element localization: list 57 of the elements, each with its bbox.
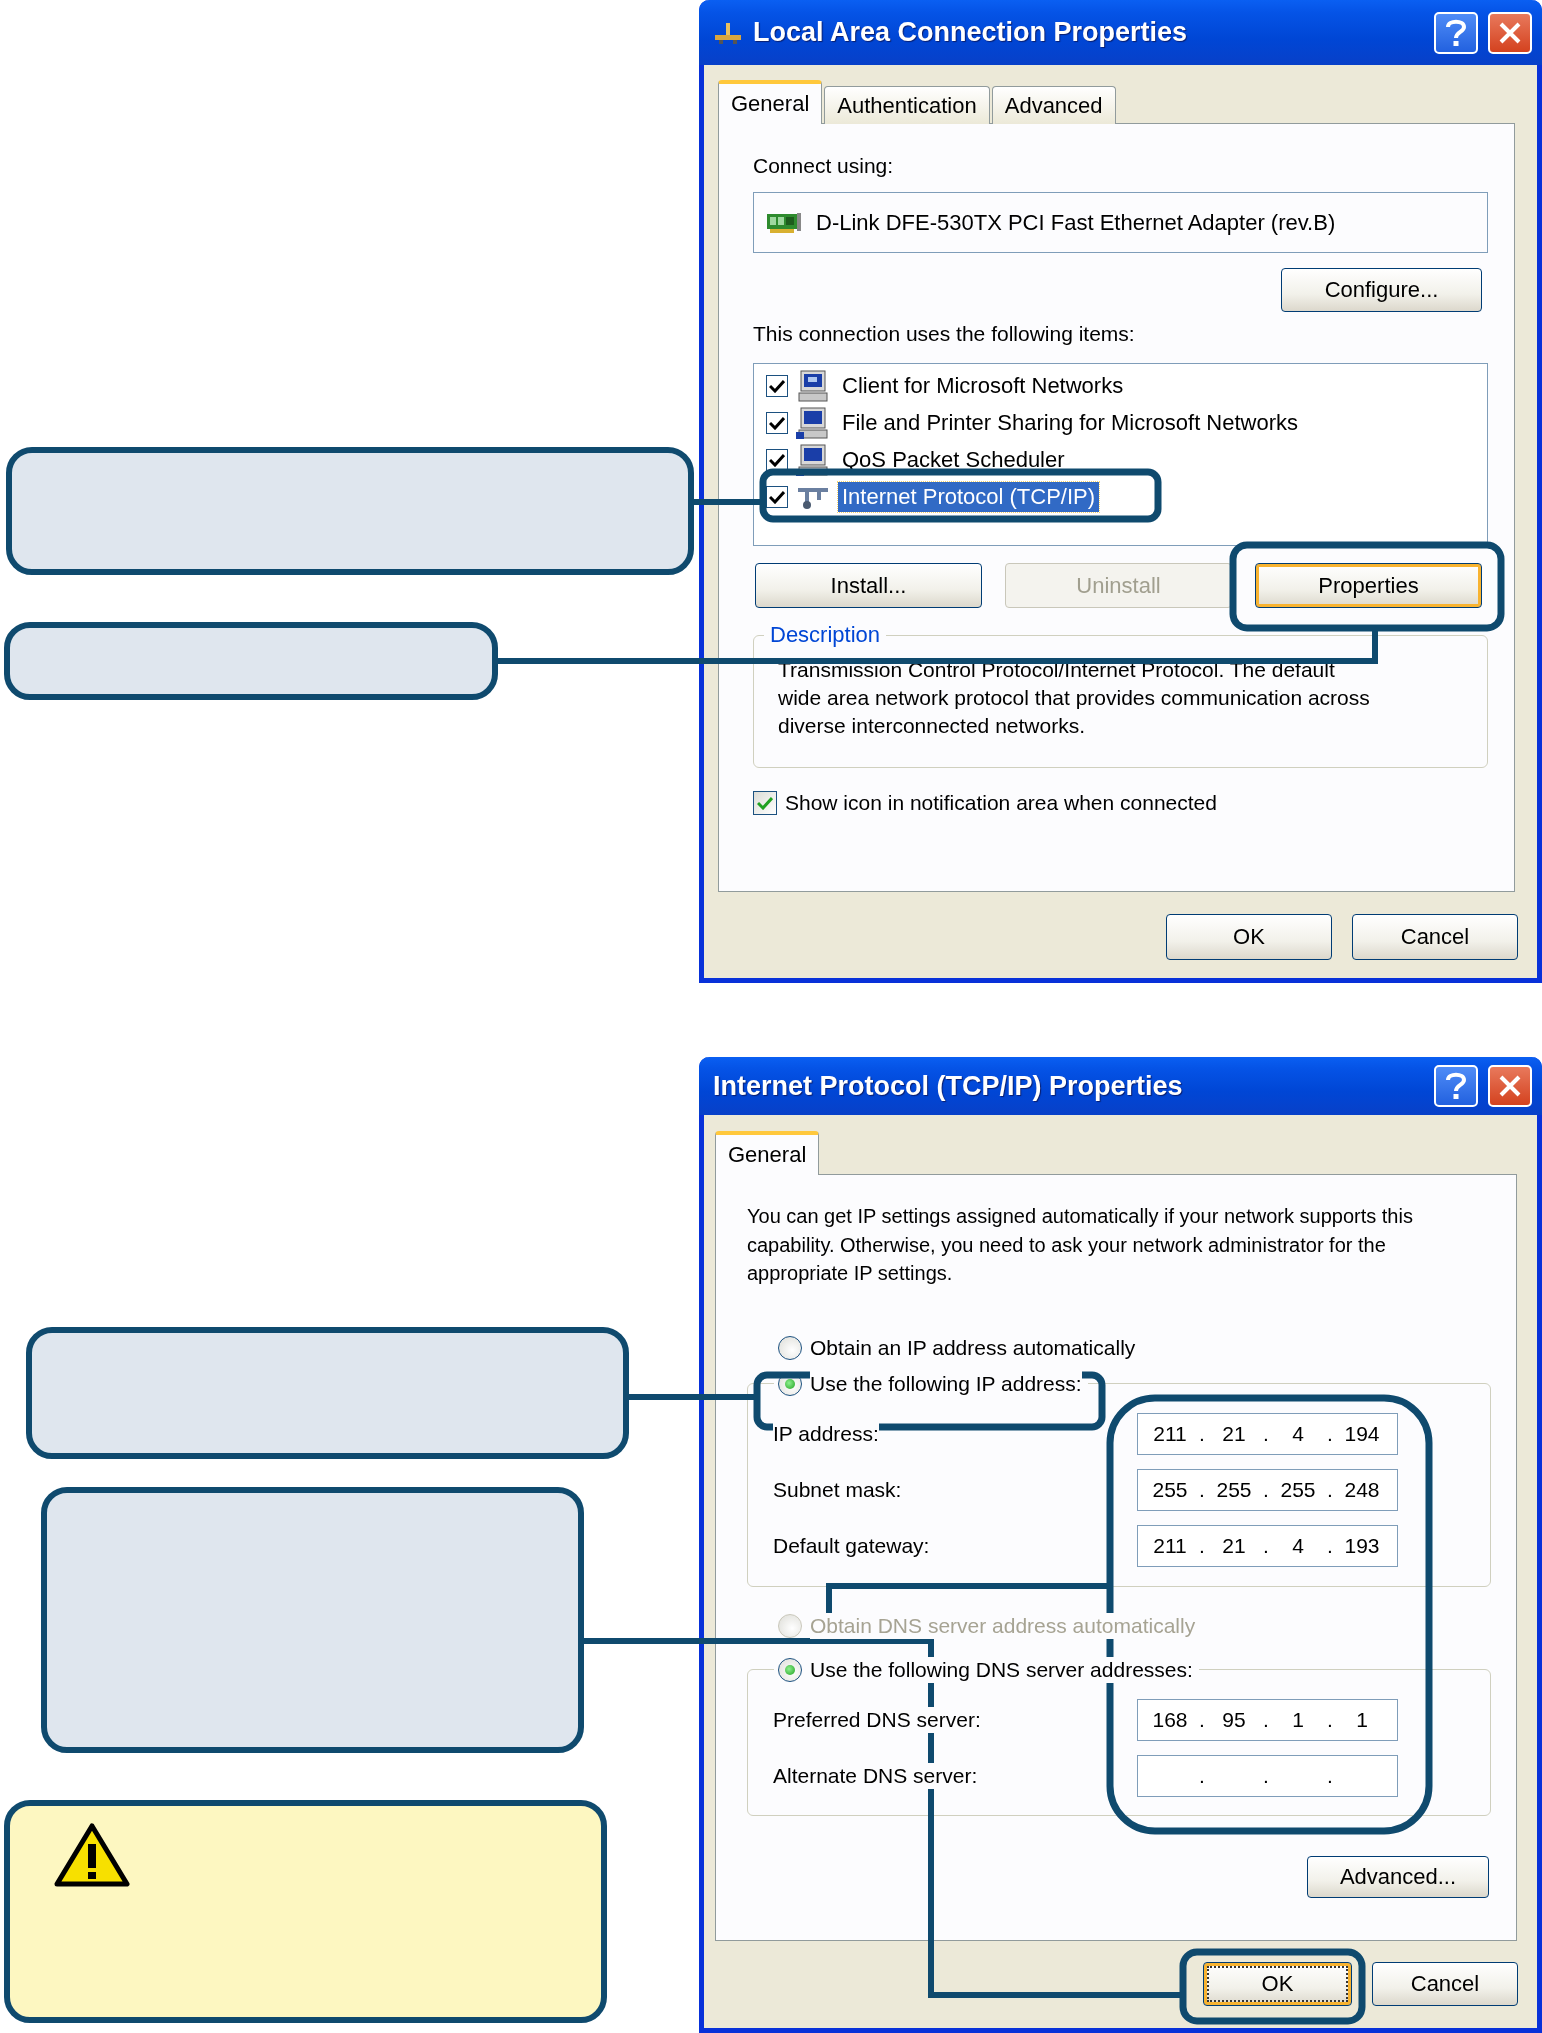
check-icon <box>769 489 785 504</box>
window-title: Internet Protocol (TCP/IP) Properties <box>713 1070 1184 1102</box>
group-legend: Description <box>764 622 887 648</box>
close-icon <box>1498 1074 1522 1098</box>
ip-address-field[interactable]: 211 . 21 . 4 . 193 <box>1137 1524 1398 1567</box>
list-item[interactable]: File and Printer Sharing for Microsoft Networks <box>838 407 1303 438</box>
adapter-name: D-Link DFE-530TX PCI Fast Ethernet Adapter (rev.B) <box>816 209 1336 236</box>
dialog-button[interactable]: Cancel <box>1372 1962 1518 2006</box>
dialog-button[interactable]: OK <box>1166 914 1332 960</box>
check-icon <box>769 415 785 430</box>
radio-label: Use the following DNS server addresses: <box>810 1656 1193 1683</box>
help-button[interactable] <box>1434 11 1478 54</box>
intro-text: You can get IP settings assigned automatically if your network supports this capability. Otherwise, you need to ask your network administrator for the appropriate IP settings. <box>747 1204 1414 1286</box>
radio-button[interactable] <box>778 1335 802 1360</box>
checkbox[interactable] <box>766 374 788 397</box>
network-connection-icon <box>713 20 743 45</box>
close-icon <box>1498 20 1522 45</box>
dialog-button[interactable]: Cancel <box>1352 914 1518 960</box>
check-icon <box>769 452 785 467</box>
help-icon <box>1445 18 1467 47</box>
checkbox[interactable] <box>766 411 788 434</box>
ip-address-field[interactable]: 255 . 255 . 255 . 248 <box>1137 1468 1398 1511</box>
window-title: Local Area Connection Properties <box>753 17 1189 48</box>
tab[interactable]: Advanced <box>991 86 1116 124</box>
dialog-button[interactable]: OK <box>1203 1962 1352 2006</box>
field-label: Preferred DNS server: <box>773 1706 981 1733</box>
checkbox[interactable] <box>766 448 788 471</box>
help-button[interactable] <box>1434 1065 1478 1107</box>
list-item[interactable]: Internet Protocol (TCP/IP) <box>838 481 1100 512</box>
network-card-icon <box>766 210 802 235</box>
ip-address-field[interactable]: 168 . 95 . 1 . 1 <box>1137 1698 1398 1741</box>
tab[interactable]: General <box>718 80 823 124</box>
list-item[interactable]: Client for Microsoft Networks <box>838 370 1128 401</box>
radio-label: Use the following IP address: <box>810 1370 1082 1397</box>
tab[interactable]: Authentication <box>824 86 990 124</box>
advanced-button[interactable]: Advanced... <box>1307 1855 1489 1898</box>
field-label: Alternate DNS server: <box>773 1762 978 1789</box>
ip-address-field[interactable]: 211 . 21 . 4 . 194 <box>1137 1412 1398 1455</box>
ip-address-field[interactable]: . . . <box>1137 1754 1398 1797</box>
radio-button[interactable] <box>778 1657 802 1682</box>
action-button[interactable]: Install... <box>755 563 982 608</box>
leader-line <box>694 499 763 505</box>
action-button[interactable]: Properties <box>1255 563 1482 608</box>
close-button[interactable] <box>1488 11 1532 54</box>
close-button[interactable] <box>1488 1065 1532 1107</box>
warning-icon <box>54 1822 130 1888</box>
check-icon <box>757 796 773 810</box>
radio-label: Obtain DNS server address automatically <box>810 1612 1196 1639</box>
computer-icon <box>796 368 830 403</box>
configure-button[interactable]: Configure... <box>1281 268 1482 312</box>
checkbox[interactable] <box>766 485 788 508</box>
help-icon <box>1445 1072 1467 1100</box>
tab[interactable]: General <box>715 1131 820 1175</box>
checkbox[interactable] <box>753 791 777 815</box>
computer-icon <box>796 405 830 440</box>
check-icon <box>769 378 785 393</box>
list-item[interactable]: QoS Packet Scheduler <box>838 444 1069 475</box>
